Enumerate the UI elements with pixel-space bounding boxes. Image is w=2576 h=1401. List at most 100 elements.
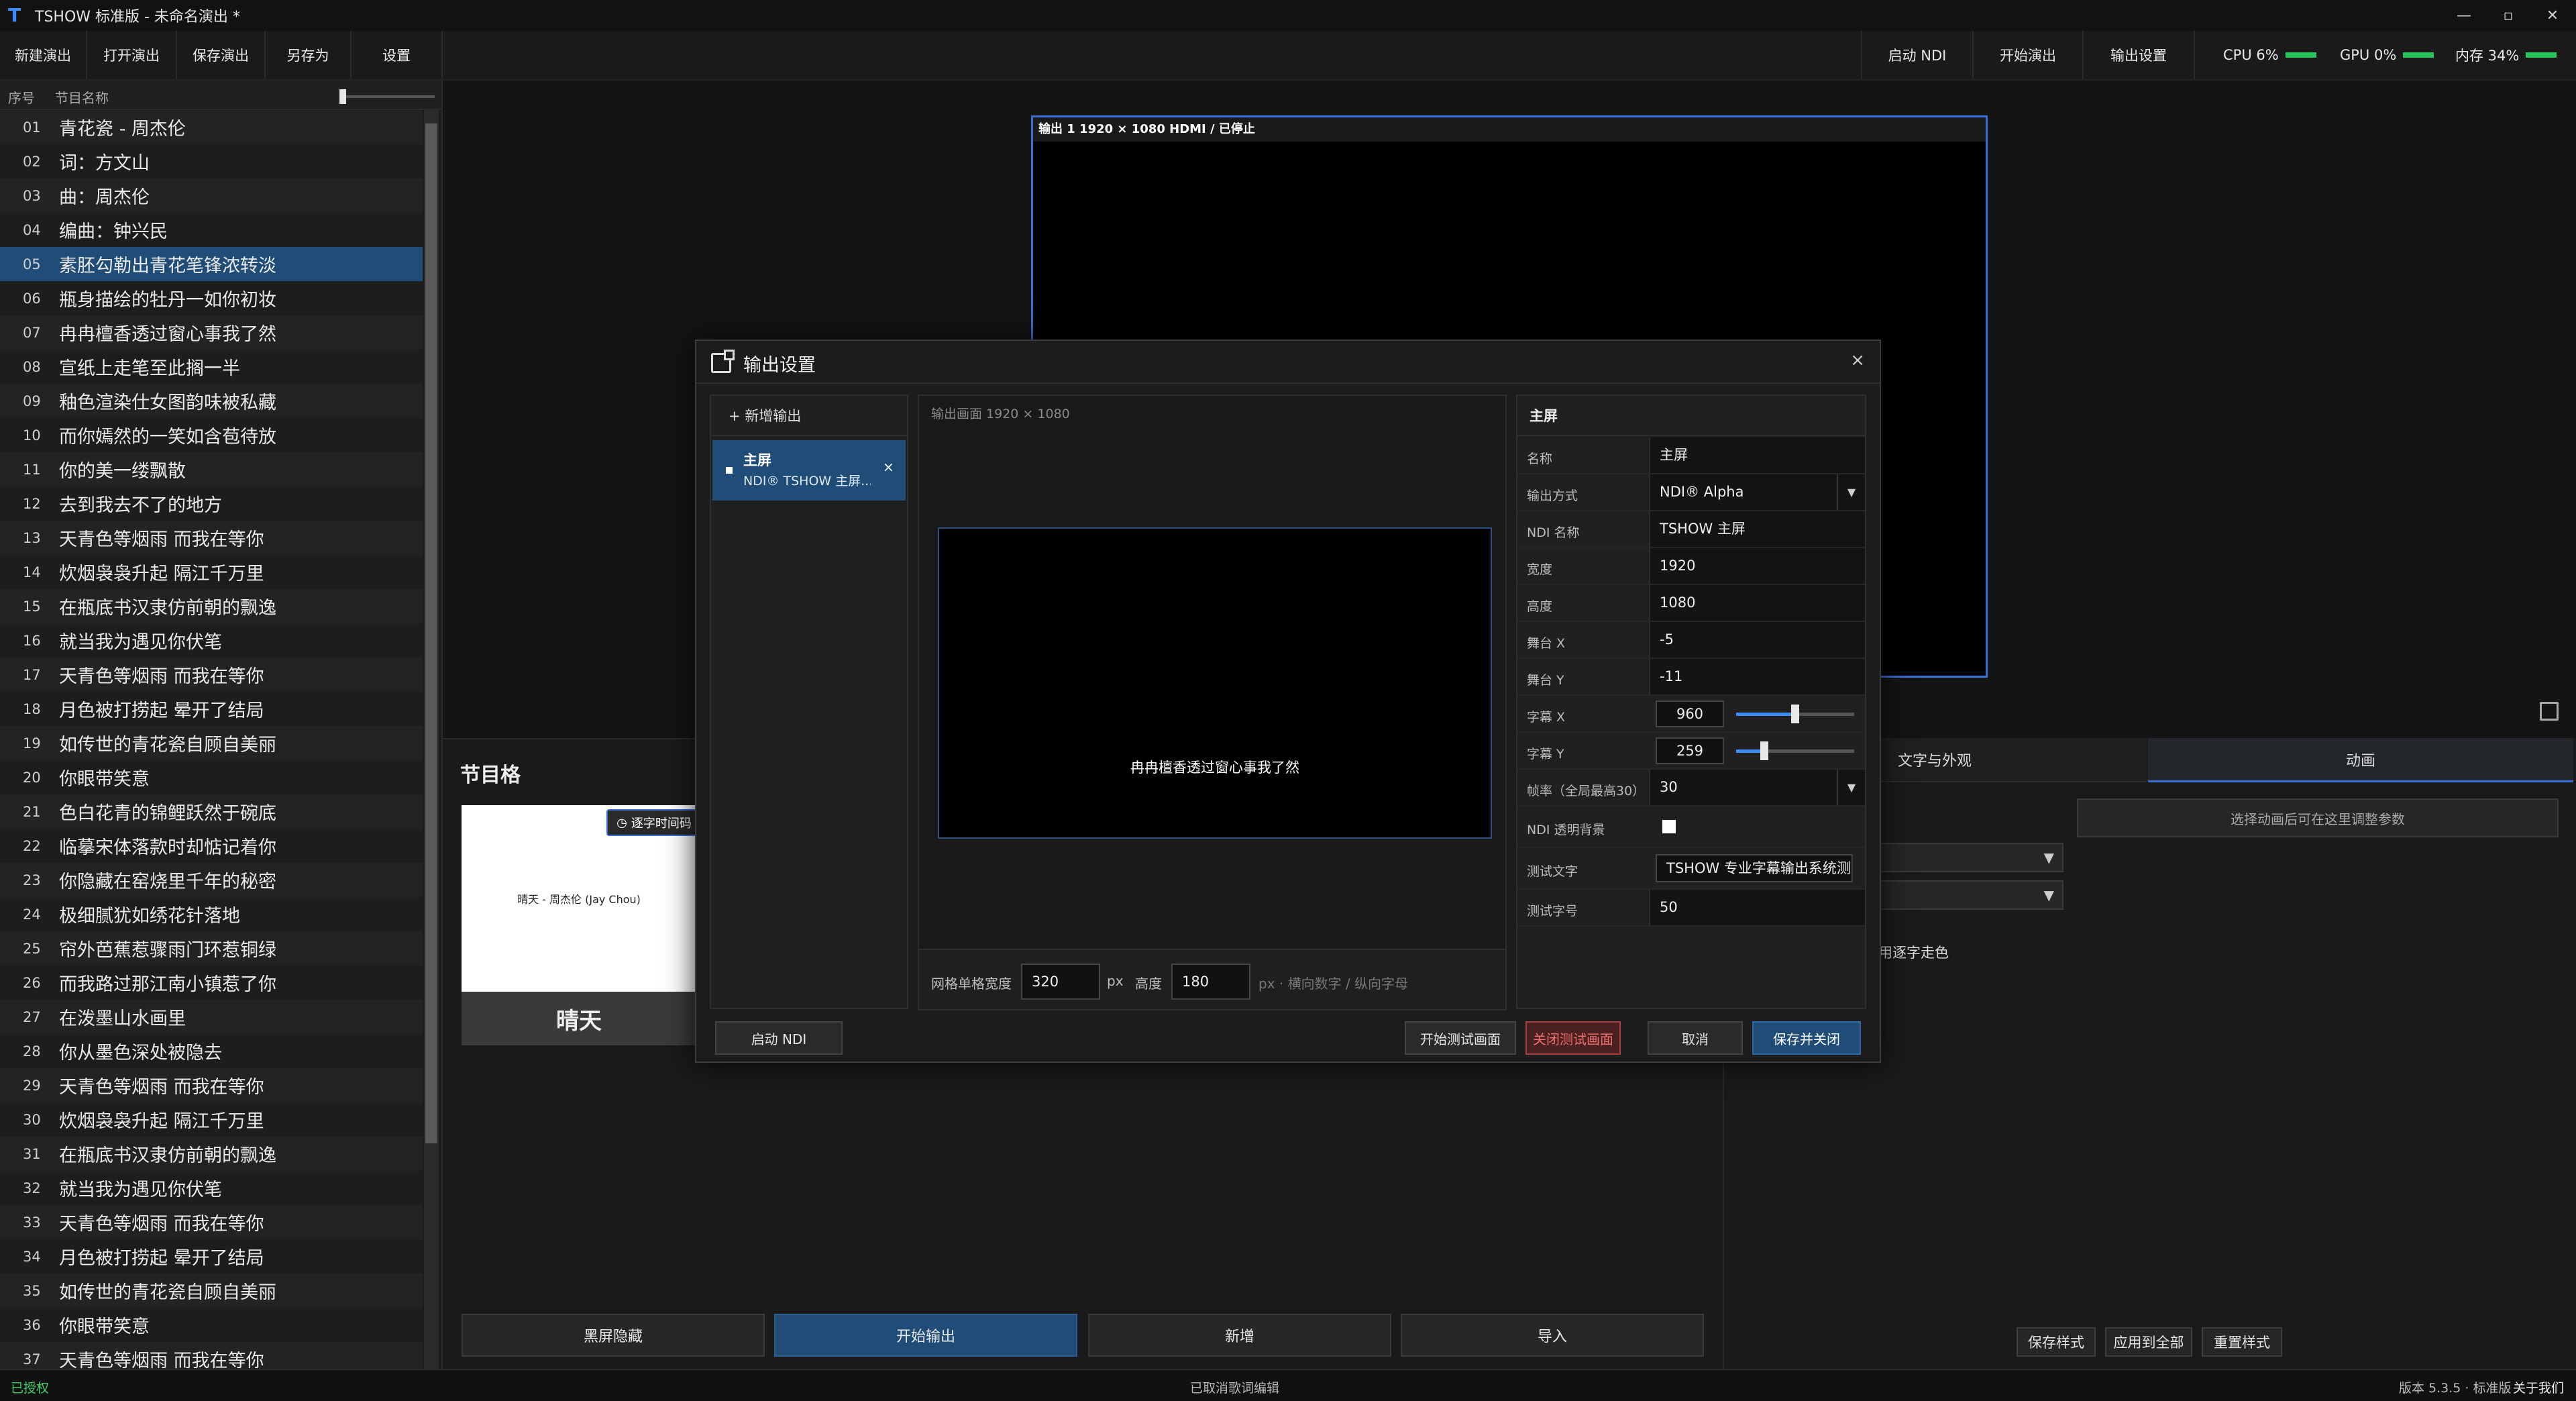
list-item[interactable]: 03 曲：周杰伦 [0,178,423,213]
start-show-button[interactable]: 开始演出 [1972,31,2082,79]
test-text-input[interactable]: TSHOW 专业字幕输出系统测 [1656,854,1853,882]
list-item[interactable]: 36 你眼带笑意 [0,1308,423,1342]
save-close-button[interactable]: 保存并关闭 [1752,1021,1861,1055]
output-settings-button[interactable]: 输出设置 [2082,31,2195,79]
list-item[interactable]: 01 青花瓷 - 周杰伦 [0,110,423,144]
list-item[interactable]: 35 如传世的青花瓷自顾自美丽 [0,1274,423,1308]
prop-sub-y-label: 字幕 Y [1527,747,1564,762]
list-item[interactable]: 13 天青色等烟雨 而我在等你 [0,521,423,555]
new-show-button[interactable]: 新建演出 [0,31,87,79]
tab-animation[interactable]: 动画 [2148,738,2573,782]
list-item[interactable]: 09 釉色渲染仕女图韵味被私藏 [0,384,423,418]
dialog-start-ndi-button[interactable]: 启动 NDI [715,1021,843,1055]
list-item[interactable]: 07 冉冉檀香透过窗心事我了然 [0,315,423,350]
style-select-1[interactable]: ▼ [1876,843,2063,872]
blackout-button[interactable]: 黑屏隐藏 [462,1314,765,1357]
list-item[interactable]: 04 编曲：钟兴民 [0,213,423,247]
fullscreen-icon[interactable] [2540,702,2559,721]
add-item-button[interactable]: 新增 [1088,1314,1391,1357]
style-select-2[interactable]: ▼ [1876,880,2063,910]
stop-test-button[interactable]: 关闭测试画面 [1525,1021,1621,1055]
list-item[interactable]: 16 就当我为遇见你伏笔 [0,623,423,658]
cancel-button[interactable]: 取消 [1648,1021,1743,1055]
grid-card[interactable]: 晴天 - 周杰伦 (Jay Chou) 晴天 [462,805,696,1045]
reset-style-button[interactable]: 重置样式 [2202,1327,2282,1357]
list-item[interactable]: 02 词：方文山 [0,144,423,178]
start-output-button[interactable]: 开始输出 [774,1314,1077,1357]
fps-select[interactable]: 30 [1649,770,1865,805]
start-test-button[interactable]: 开始测试画面 [1405,1021,1516,1055]
list-item[interactable]: 11 你的美一缕飘散 [0,452,423,486]
chevron-down-icon[interactable]: ▼ [1837,770,1865,805]
program-list-panel: 序号 节目名称 01 青花瓷 - 周杰伦 02 词：方文山 03 曲：周杰伦 04 编曲：钟兴… [0,81,443,1369]
list-item[interactable]: 25 帘外芭蕉惹骤雨门环惹铜绿 [0,931,423,966]
list-item[interactable]: 10 而你嫣然的一笑如含苞待放 [0,418,423,452]
canvas-test-text[interactable]: 冉冉檀香透过窗心事我了然 [939,757,1491,777]
dialog-close-button[interactable]: × [1850,350,1865,370]
start-ndi-button[interactable]: 启动 NDI [1861,31,1972,79]
import-button[interactable]: 导入 [1401,1314,1704,1357]
list-item[interactable]: 17 天青色等烟雨 而我在等你 [0,658,423,692]
subtitle-y-input[interactable]: 259 [1656,737,1724,764]
list-item[interactable]: 14 炊烟袅袅升起 隔江千万里 [0,555,423,589]
save-show-button[interactable]: 保存演出 [177,31,266,79]
maximize-button[interactable]: ▫ [2486,0,2530,31]
list-item[interactable]: 37 天青色等烟雨 而我在等你 [0,1342,423,1369]
list-item-index: 11 [23,461,41,478]
test-size-field[interactable]: 50 [1649,890,1865,925]
word-color-option[interactable]: 用逐字走色 [1878,942,1949,962]
width-field[interactable]: 1920 [1649,548,1865,584]
ndi-name-field[interactable]: TSHOW 主屏 [1649,511,1865,547]
about-link[interactable]: 关于我们 [2513,1378,2564,1396]
minimize-button[interactable]: — [2442,0,2486,31]
list-item[interactable]: 22 临摹宋体落款时却惦记着你 [0,829,423,863]
list-item[interactable]: 12 去到我去不了的地方 [0,486,423,521]
stage-y-field[interactable]: -11 [1649,659,1865,694]
list-item[interactable]: 27 在泼墨山水画里 [0,1000,423,1034]
add-output-button[interactable]: + 新增输出 [711,396,907,436]
prop-ndi-name-label: NDI 名称 [1527,525,1580,540]
output-mode-select[interactable]: NDI® Alpha [1649,474,1865,510]
subtitle-x-slider[interactable] [1736,705,1854,723]
list-item[interactable]: 21 色白花青的锦鲤跃然于碗底 [0,794,423,829]
grid-height-input[interactable]: 180 [1171,964,1250,1000]
canvas-screen[interactable]: 冉冉檀香透过窗心事我了然 [938,527,1492,839]
column-width-slider[interactable] [339,89,435,104]
list-item[interactable]: 23 你隐藏在窑烧里千年的秘密 [0,863,423,897]
list-item[interactable]: 19 如传世的青花瓷自顾自美丽 [0,726,423,760]
subtitle-x-input[interactable]: 960 [1656,701,1724,727]
list-item[interactable]: 31 在瓶底书汉隶仿前朝的飘逸 [0,1137,423,1171]
name-field[interactable]: 主屏 [1649,437,1865,473]
list-item[interactable]: 30 炊烟袅袅升起 隔江千万里 [0,1102,423,1137]
list-item[interactable]: 06 瓶身描绘的牡丹一如你初妆 [0,281,423,315]
remove-output-button[interactable]: × [883,459,894,475]
output-item-main[interactable]: 主屏 NDI® TSHOW 主屏... × [712,440,906,501]
settings-button[interactable]: 设置 [352,31,443,79]
list-item[interactable]: 18 月色被打捞起 晕开了结局 [0,692,423,726]
list-item[interactable]: 20 你眼带笑意 [0,760,423,794]
list-item[interactable]: 32 就当我为遇见你伏笔 [0,1171,423,1205]
list-item[interactable]: 24 极细腻犹如绣花针落地 [0,897,423,931]
list-scrollbar[interactable] [424,110,439,1369]
timecode-tag[interactable]: ◷ 逐字时间码 [606,809,702,836]
list-item[interactable]: 05 素胚勾勒出青花笔锋浓转淡 [0,247,423,281]
list-item[interactable]: 33 天青色等烟雨 而我在等你 [0,1205,423,1239]
apply-all-button[interactable]: 应用到全部 [2105,1327,2192,1357]
chevron-down-icon[interactable]: ▼ [1837,474,1865,510]
list-item[interactable]: 28 你从墨色深处被隐去 [0,1034,423,1068]
list-item-index: 20 [23,769,41,786]
stage-x-field[interactable]: -5 [1649,622,1865,658]
list-item[interactable]: 15 在瓶底书汉隶仿前朝的飘逸 [0,589,423,623]
open-show-button[interactable]: 打开演出 [87,31,177,79]
save-style-button[interactable]: 保存样式 [2017,1327,2096,1357]
save-as-button[interactable]: 另存为 [266,31,352,79]
close-window-button[interactable]: ✕ [2530,0,2575,31]
list-item[interactable]: 29 天青色等烟雨 而我在等你 [0,1068,423,1102]
grid-width-input[interactable]: 320 [1021,964,1100,1000]
subtitle-y-slider[interactable] [1736,741,1854,760]
list-item[interactable]: 26 而我路过那江南小镇惹了你 [0,966,423,1000]
ndi-transparent-checkbox[interactable] [1662,820,1676,833]
height-field[interactable]: 1080 [1649,585,1865,621]
list-item[interactable]: 34 月色被打捞起 晕开了结局 [0,1239,423,1274]
list-item[interactable]: 08 宣纸上走笔至此搁一半 [0,350,423,384]
